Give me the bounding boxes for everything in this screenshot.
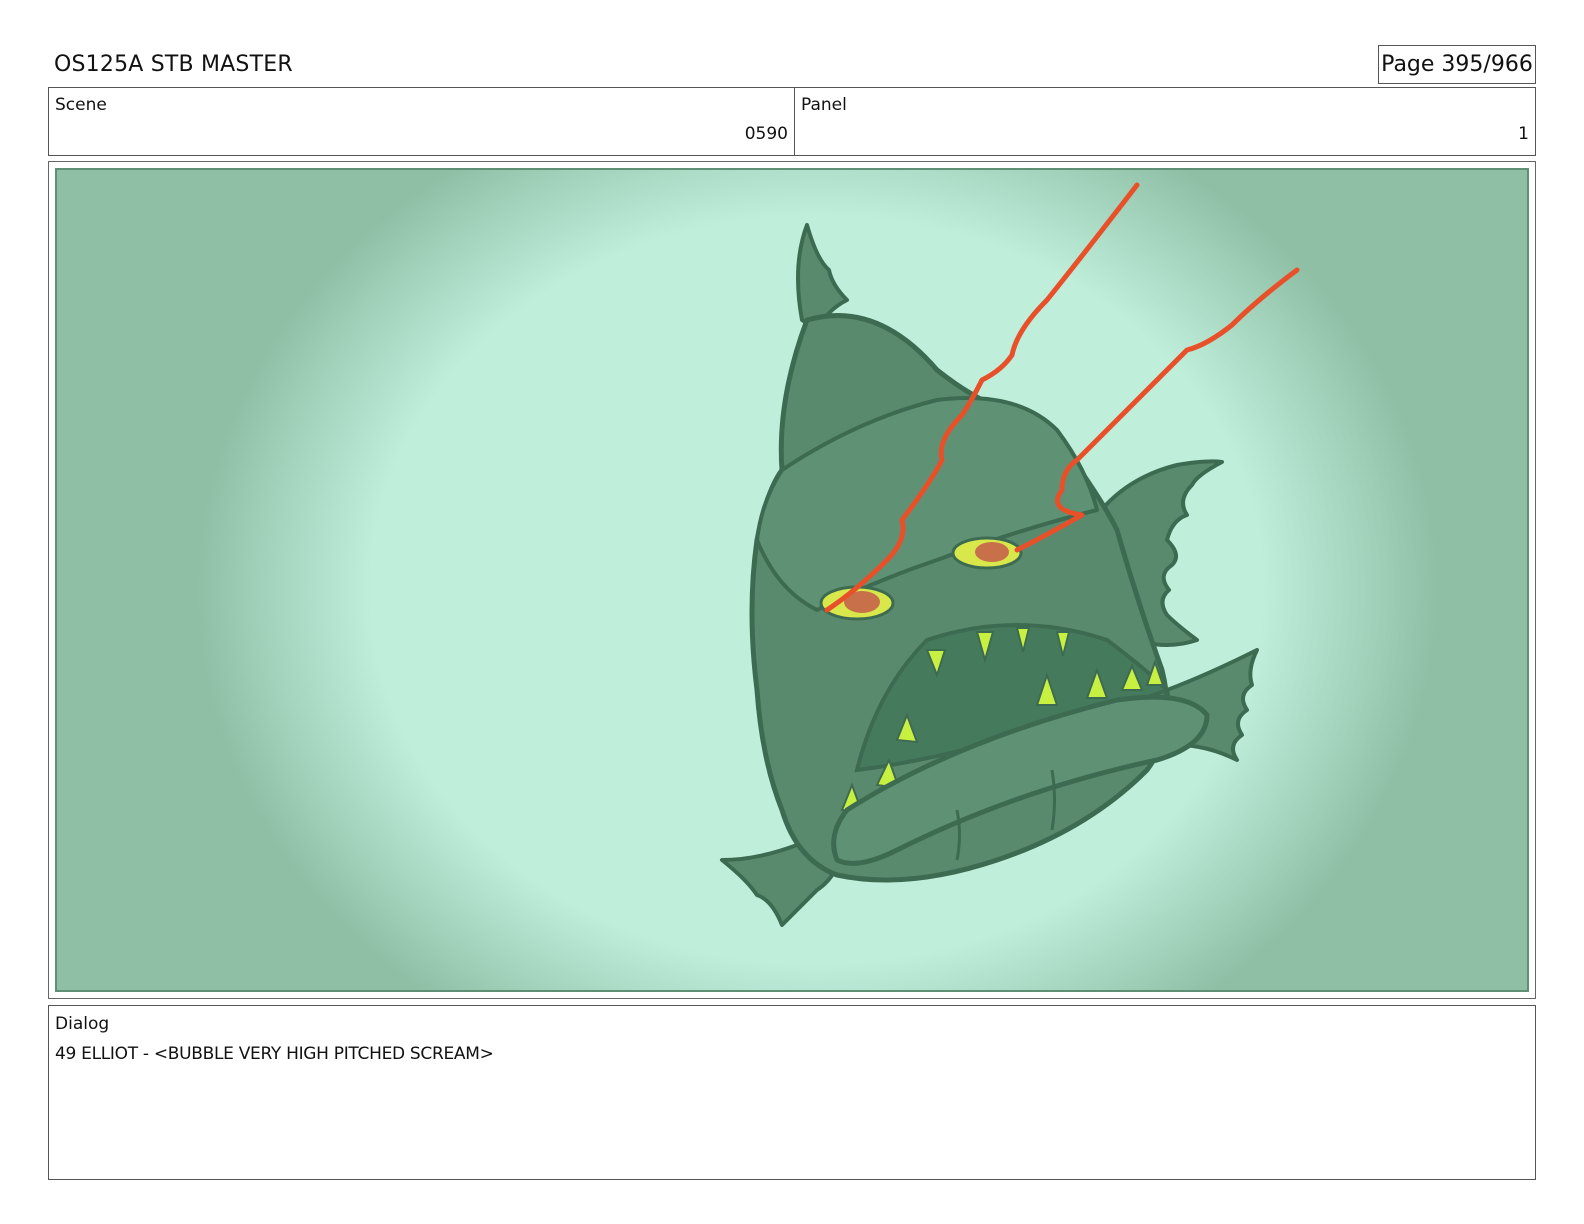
- dialog-box: Dialog 49 ELLIOT - <BUBBLE VERY HIGH PIT…: [48, 1005, 1536, 1180]
- storyboard-frame: [48, 161, 1536, 999]
- panel-number: 1: [1518, 124, 1529, 144]
- frame-artwork: [55, 168, 1529, 992]
- document-title: OS125A STB MASTER: [54, 52, 293, 77]
- right-pupil: [975, 542, 1009, 562]
- panel-cell: Panel 1: [795, 88, 1535, 155]
- scene-label: Scene: [55, 95, 107, 115]
- scene-panel-header: Scene 0590 Panel 1: [48, 87, 1536, 156]
- angry-fish-illustration: [57, 170, 1527, 990]
- dialog-label: Dialog: [55, 1014, 110, 1034]
- panel-label: Panel: [801, 95, 847, 115]
- scene-cell: Scene 0590: [49, 88, 795, 155]
- scene-number: 0590: [744, 124, 788, 144]
- page-indicator: Page 395/966: [1378, 45, 1536, 84]
- dialog-text: 49 ELLIOT - <BUBBLE VERY HIGH PITCHED SC…: [55, 1044, 494, 1064]
